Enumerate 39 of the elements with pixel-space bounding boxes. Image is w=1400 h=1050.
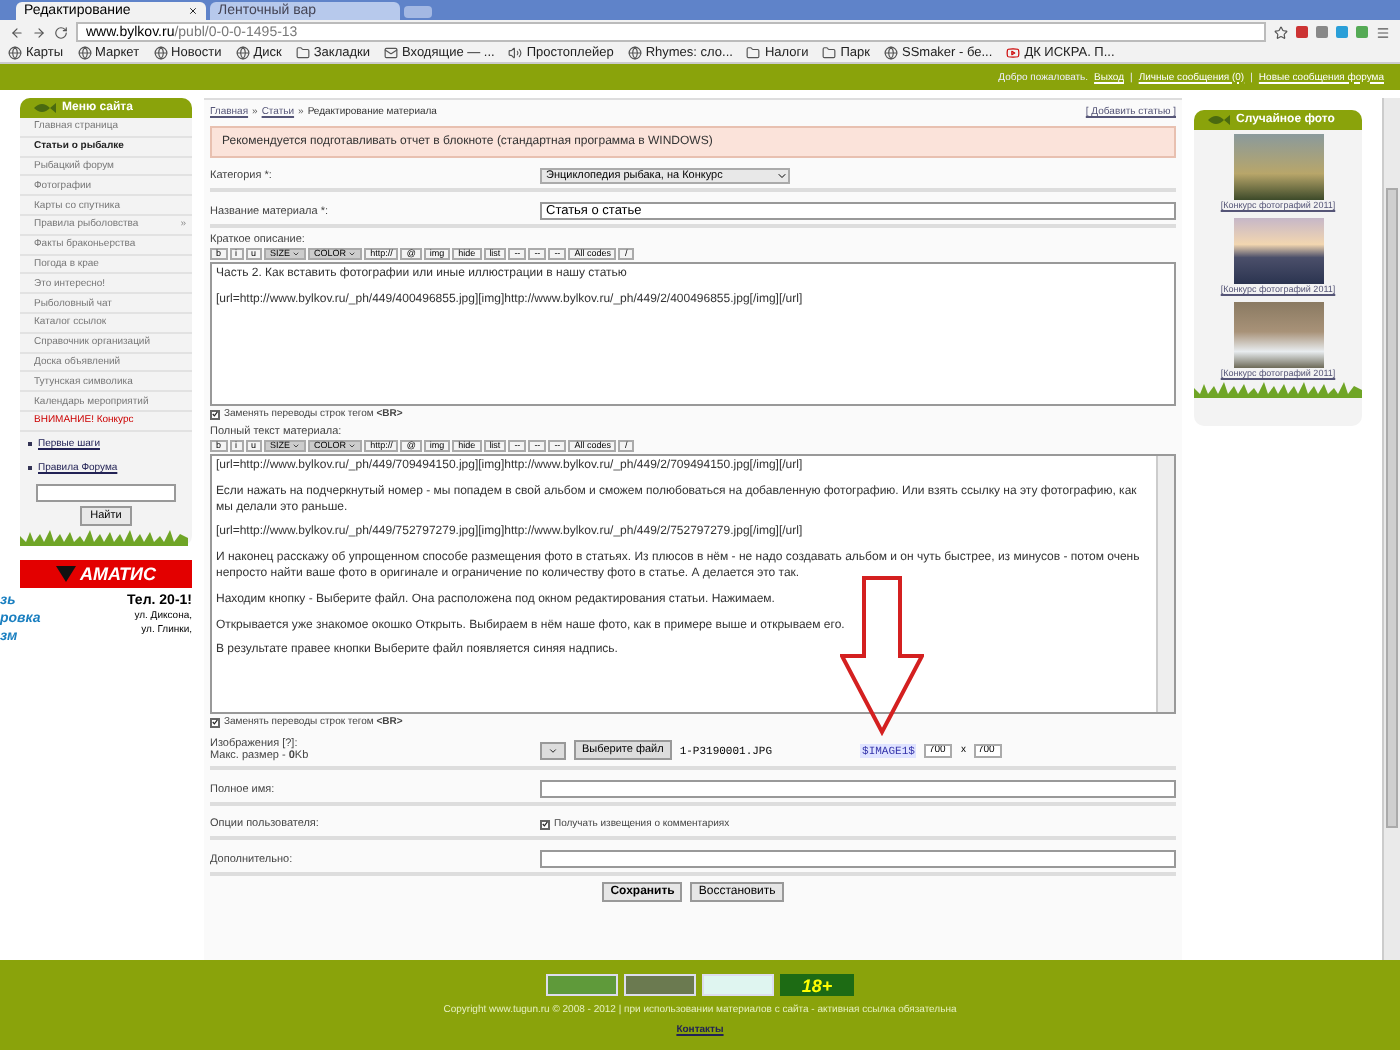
folder-icon [295,46,310,60]
star-icon[interactable] [1274,25,1288,39]
counter-badge[interactable] [546,974,618,996]
reload-icon[interactable] [54,25,68,39]
full-name-field[interactable] [540,780,1176,798]
ad-brand: АМАТИС [79,563,157,584]
logo-icon [55,565,76,582]
globe-icon [77,46,92,60]
caret-icon [776,170,788,182]
menu-icon[interactable] [1376,25,1390,39]
globe-icon [235,46,250,60]
search-field[interactable] [36,483,176,502]
photo-placeholder[interactable] [1233,218,1323,284]
globe-icon [153,46,168,60]
full-text-editor[interactable] [210,454,1176,714]
globe-icon [8,46,22,60]
page-scrollbar[interactable] [1382,98,1400,960]
back-icon[interactable] [10,25,24,39]
mail-icon [384,46,398,60]
scrollbar[interactable] [1156,456,1174,712]
play-icon [1006,46,1021,60]
speaker-icon [508,46,523,60]
dropdown-button[interactable] [540,741,566,759]
folder-icon [822,46,837,60]
checkbox[interactable] [210,409,220,419]
fish-icon [1206,114,1230,126]
forward-icon[interactable] [32,25,46,39]
ad-banner[interactable]: АМАТИС [20,559,192,588]
folder-icon [746,46,761,60]
checkbox[interactable] [540,819,550,829]
caret-icon [548,745,558,755]
checkbox[interactable] [210,717,220,727]
fish-icon [32,102,56,114]
photo-placeholder[interactable] [1233,134,1323,200]
globe-icon [883,46,898,60]
age-badge: 18+ [780,974,854,996]
photo-placeholder[interactable] [1233,302,1323,368]
globe-icon [627,46,642,60]
extra-field[interactable] [540,850,1176,868]
